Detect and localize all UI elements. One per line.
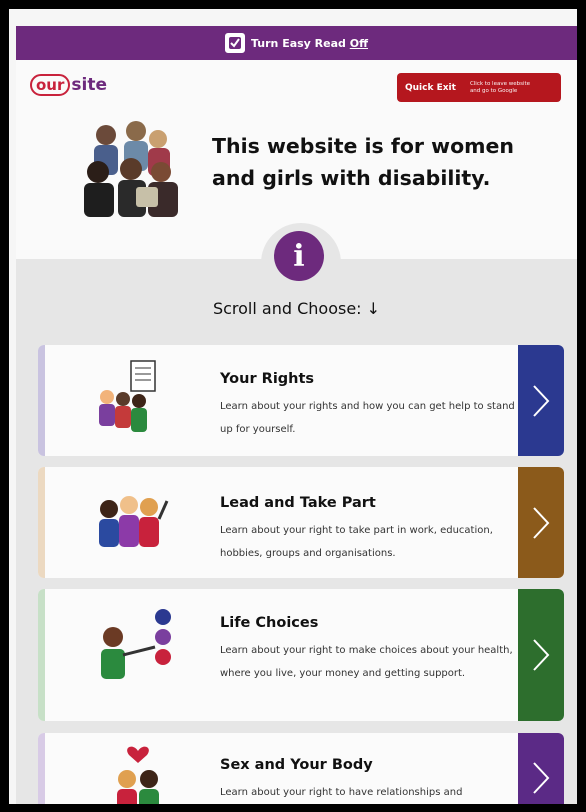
take-part-illustration [99,496,169,547]
scroll-section: i Scroll and Choose: ↓ Your Rights Learn… [16,223,577,804]
scroll-and-choose-label: Scroll and Choose: ↓ [212,299,381,318]
card-title: Sex and Your Body [220,757,373,773]
easy-read-label: Turn Easy Read Off [250,36,369,50]
card-go-button[interactable] [518,589,564,721]
card-accent-strip [38,589,45,721]
chevron-right-icon [533,762,550,794]
choices-illustration [101,609,171,679]
hero-title: This website is for women and girls with… [212,134,515,190]
card-title: Life Choices [220,615,319,631]
down-arrow-icon: ↓ [366,299,381,318]
rights-illustration [99,360,156,432]
quick-exit-label: Quick Exit [405,82,456,93]
card-title: Lead and Take Part [220,495,376,511]
page-frame: Turn Easy Read Off our site Quick Exit Cl… [9,9,577,804]
easy-read-toggle[interactable]: Turn Easy Read Off [16,26,577,60]
easy-read-icon [224,33,245,53]
card-accent-strip [38,467,45,578]
chevron-right-icon [533,639,550,671]
card-accent-strip [38,733,45,804]
card-go-button[interactable] [518,467,564,578]
card-go-button[interactable] [518,345,564,456]
card-go-button[interactable] [518,733,564,804]
card-lead-and-take-part[interactable]: Lead and Take Part Learn about your righ… [38,467,564,578]
card-sex-and-your-body[interactable]: Sex and Your Body Learn about your right… [38,733,564,804]
card-description: Learn about your right to have relations… [220,787,463,798]
card-description: Learn about your right to take part in w… [220,525,493,559]
info-icon[interactable]: i [274,231,324,281]
card-life-choices[interactable]: Life Choices Learn about your right to m… [38,589,564,721]
card-title: Your Rights [220,371,315,387]
card-accent-strip [38,345,45,456]
card-description: Learn about your right to make choices a… [220,645,513,679]
quick-exit-note: Click to leave website and go to Google [469,80,531,94]
card-description: Learn about your rights and how you can … [220,401,515,435]
card-your-rights[interactable]: Your Rights Learn about your rights and … [38,345,564,456]
body-illustration [117,746,159,804]
chevron-right-icon [533,506,550,539]
women-group-illustration [76,117,186,217]
site-logo[interactable]: our site [30,74,107,96]
chevron-right-icon [533,384,550,417]
quick-exit-button[interactable]: Quick Exit Click to leave website and go… [397,73,561,102]
